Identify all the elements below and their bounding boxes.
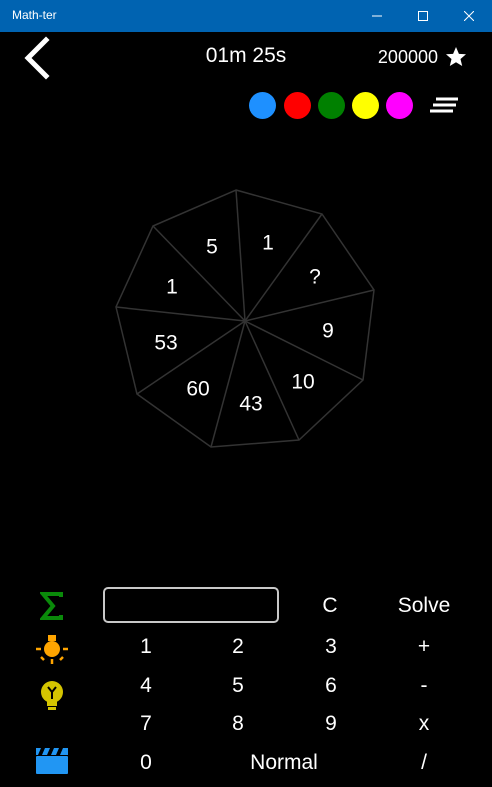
key-plus[interactable]: + xyxy=(404,630,444,664)
puzzle-value: 9 xyxy=(322,320,334,343)
puzzle-value: 5 xyxy=(206,236,218,259)
score: 200000 xyxy=(377,47,438,67)
color-red[interactable] xyxy=(284,92,311,119)
star-icon xyxy=(446,47,466,66)
close-button[interactable] xyxy=(446,0,492,32)
timer: 01m 25s xyxy=(205,44,287,67)
key-4[interactable]: 4 xyxy=(126,669,166,703)
key-multiply[interactable]: x xyxy=(404,707,444,741)
hint-button[interactable] xyxy=(32,630,72,666)
close-icon xyxy=(464,11,474,21)
puzzle-value: 1 xyxy=(166,276,178,299)
title-bar: Math-ter xyxy=(0,0,492,32)
key-6[interactable]: 6 xyxy=(311,669,351,703)
solve-button[interactable]: Solve xyxy=(384,589,464,623)
puzzle-value: 10 xyxy=(291,371,314,394)
key-5[interactable]: 5 xyxy=(218,669,258,703)
key-2[interactable]: 2 xyxy=(218,630,258,664)
lightbulb-icon xyxy=(36,635,68,664)
sum-button[interactable] xyxy=(32,588,72,624)
color-yellow[interactable] xyxy=(352,92,379,119)
maximize-button[interactable] xyxy=(400,0,446,32)
key-3[interactable]: 3 xyxy=(311,630,351,664)
puzzle-value: 43 xyxy=(239,393,262,416)
video-button[interactable] xyxy=(32,743,72,779)
puzzle-value: ? xyxy=(309,266,321,289)
puzzle-wheel: 1 ? 9 10 43 60 53 1 5 xyxy=(115,189,375,448)
key-0[interactable]: 0 xyxy=(126,746,166,780)
puzzle-value: 60 xyxy=(186,378,209,401)
color-magenta[interactable] xyxy=(386,92,413,119)
window-title: Math-ter xyxy=(12,8,57,22)
puzzle-value: 53 xyxy=(154,332,177,355)
bulb-y-icon xyxy=(41,681,63,710)
color-blue[interactable] xyxy=(249,92,276,119)
key-8[interactable]: 8 xyxy=(218,707,258,741)
clapperboard-icon xyxy=(36,748,68,774)
key-1[interactable]: 1 xyxy=(126,630,166,664)
puzzle-value: 1 xyxy=(262,232,274,255)
key-9[interactable]: 9 xyxy=(311,707,351,741)
key-minus[interactable]: - xyxy=(404,669,444,703)
chevron-left-icon xyxy=(24,36,50,80)
minimize-icon xyxy=(372,15,382,17)
color-green[interactable] xyxy=(318,92,345,119)
minimize-button[interactable] xyxy=(354,0,400,32)
sigma-icon xyxy=(40,592,63,620)
clear-button[interactable]: C xyxy=(310,589,350,623)
key-divide[interactable]: / xyxy=(404,746,444,780)
key-7[interactable]: 7 xyxy=(126,707,166,741)
back-button[interactable] xyxy=(22,36,56,80)
answer-input[interactable] xyxy=(103,587,279,623)
maximize-icon xyxy=(418,11,428,21)
sort-menu-icon[interactable] xyxy=(428,94,460,118)
hint2-button[interactable] xyxy=(32,678,72,714)
mode-button[interactable]: Normal xyxy=(234,746,334,780)
